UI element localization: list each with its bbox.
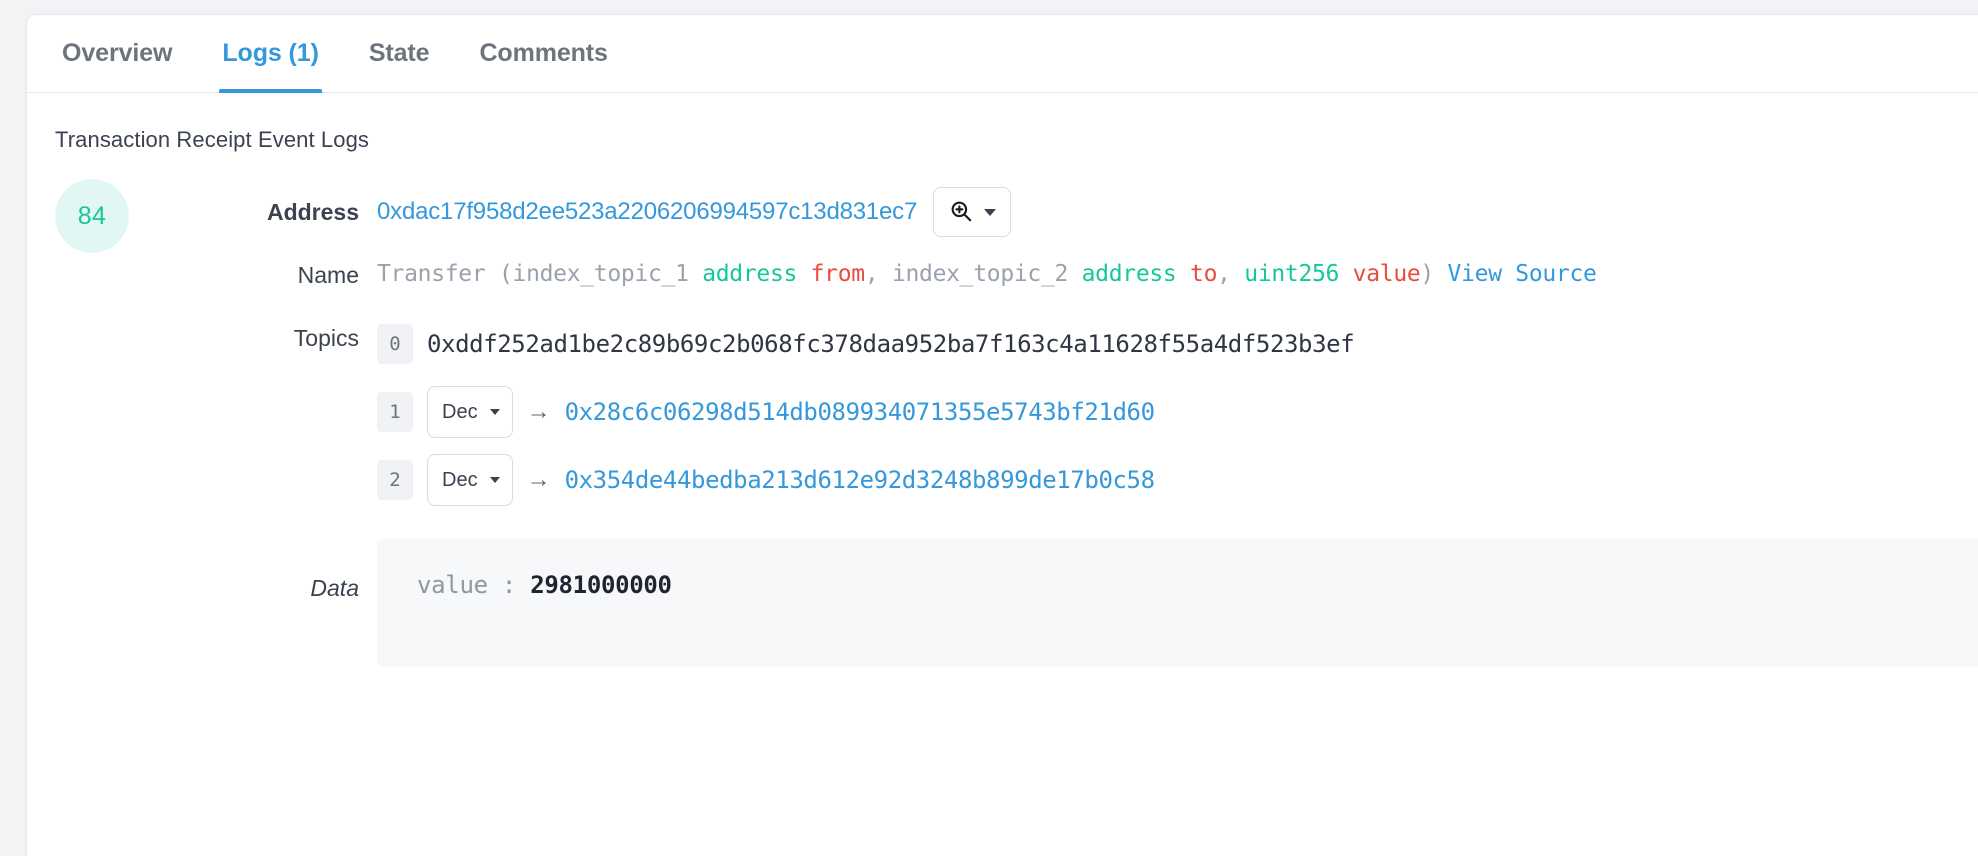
param-0-comma: , bbox=[864, 261, 879, 288]
topic-format-value: Dec bbox=[442, 468, 478, 491]
name-label: Name bbox=[297, 261, 359, 288]
topic-value-link[interactable]: 0x28c6c06298d514db089934071355e5743bf21d… bbox=[565, 398, 1155, 426]
paren-close: ) bbox=[1420, 261, 1434, 288]
tab-comments-label: Comments bbox=[479, 39, 608, 67]
data-body: value : 2981000000 bbox=[377, 539, 1978, 667]
event-name: Transfer bbox=[377, 261, 486, 288]
address-body: 0xdac17f958d2ee523a2206206994597c13d831e… bbox=[377, 187, 1978, 237]
param-1-arg: to bbox=[1190, 261, 1218, 288]
param-1-comma: , bbox=[1217, 261, 1231, 288]
topics-row: Topics 0 0xddf252ad1be2c89b69c2b068fc378… bbox=[27, 307, 1978, 521]
address-link[interactable]: 0xdac17f958d2ee523a2206206994597c13d831e… bbox=[377, 198, 917, 226]
topic-item: 2 Dec → 0x354de44bedba213d612e92d3248b89… bbox=[377, 453, 1978, 507]
tab-logs-label: Logs (1) bbox=[222, 39, 319, 67]
data-label: Data bbox=[310, 575, 359, 601]
arrow-right-icon: → bbox=[526, 398, 551, 425]
data-panel: value : 2981000000 bbox=[377, 539, 1978, 667]
data-key-value: value : 2981000000 bbox=[417, 571, 672, 599]
topic-index: 1 bbox=[377, 392, 413, 432]
tab-state[interactable]: State bbox=[344, 15, 455, 93]
chevron-down-icon bbox=[984, 208, 997, 216]
topic-value-link[interactable]: 0x354de44bedba213d612e92d3248b899de17b0c… bbox=[565, 466, 1155, 494]
transaction-details-card: Overview Logs (1) State Comments Transac… bbox=[26, 14, 1978, 856]
tab-overview-label: Overview bbox=[62, 39, 173, 67]
name-row: Name Transfer (index_topic_1 address fro… bbox=[27, 247, 1978, 307]
address-row: Address 0xdac17f958d2ee523a2206206994597… bbox=[27, 185, 1978, 247]
topics-body: 0 0xddf252ad1be2c89b69c2b068fc378daa952b… bbox=[377, 317, 1978, 521]
param-2-type: uint256 bbox=[1244, 261, 1340, 288]
topic-format-value: Dec bbox=[442, 400, 478, 423]
topic-index: 0 bbox=[377, 324, 413, 364]
param-1-index-topic: index_topic_2 bbox=[891, 261, 1069, 288]
param-0-index-topic: index_topic_1 bbox=[512, 261, 689, 288]
data-key: value bbox=[417, 571, 488, 599]
arrow-right-icon: → bbox=[526, 466, 551, 493]
topic-item: 0 0xddf252ad1be2c89b69c2b068fc378daa952b… bbox=[377, 317, 1978, 371]
event-signature: Transfer (index_topic_1 address from, in… bbox=[377, 261, 1978, 289]
topic-item: 1 Dec → 0x28c6c06298d514db089934071355e5… bbox=[377, 385, 1978, 439]
data-separator: : bbox=[501, 571, 517, 599]
address-filter-button[interactable] bbox=[933, 187, 1012, 237]
topic-index: 2 bbox=[377, 460, 413, 500]
data-row: Data value : 2981000000 bbox=[27, 521, 1978, 667]
chevron-down-icon bbox=[489, 409, 500, 415]
log-index-badge: 84 bbox=[55, 179, 129, 253]
tab-logs[interactable]: Logs (1) bbox=[197, 15, 343, 93]
chevron-down-icon bbox=[489, 477, 500, 483]
paren-open: ( bbox=[498, 261, 513, 288]
param-0-arg: from bbox=[810, 261, 866, 288]
topic-format-select[interactable]: Dec bbox=[427, 454, 513, 506]
tab-comments[interactable]: Comments bbox=[454, 15, 632, 93]
log-entry: 84 Address 0xdac17f958d2ee523a2206206994… bbox=[27, 153, 1978, 667]
view-source-link[interactable]: View Source bbox=[1448, 261, 1597, 287]
log-fields: Address 0xdac17f958d2ee523a2206206994597… bbox=[27, 185, 1978, 667]
tab-bar: Overview Logs (1) State Comments bbox=[27, 15, 1978, 93]
topic-value: 0xddf252ad1be2c89b69c2b068fc378daa952ba7… bbox=[427, 330, 1355, 358]
name-body: Transfer (index_topic_1 address from, in… bbox=[377, 261, 1978, 289]
topic-format-select[interactable]: Dec bbox=[427, 386, 513, 438]
tab-overview[interactable]: Overview bbox=[37, 15, 197, 93]
param-2-arg: value bbox=[1352, 261, 1421, 288]
search-zoom-in-icon bbox=[948, 198, 974, 227]
section-title: Transaction Receipt Event Logs bbox=[55, 127, 370, 152]
topics-label: Topics bbox=[293, 325, 359, 351]
tab-state-label: State bbox=[368, 39, 430, 67]
param-0-type: address bbox=[702, 261, 798, 288]
transaction-log-page: Overview Logs (1) State Comments Transac… bbox=[0, 0, 1978, 856]
param-1-type: address bbox=[1081, 261, 1177, 288]
data-value: 2981000000 bbox=[530, 571, 672, 599]
